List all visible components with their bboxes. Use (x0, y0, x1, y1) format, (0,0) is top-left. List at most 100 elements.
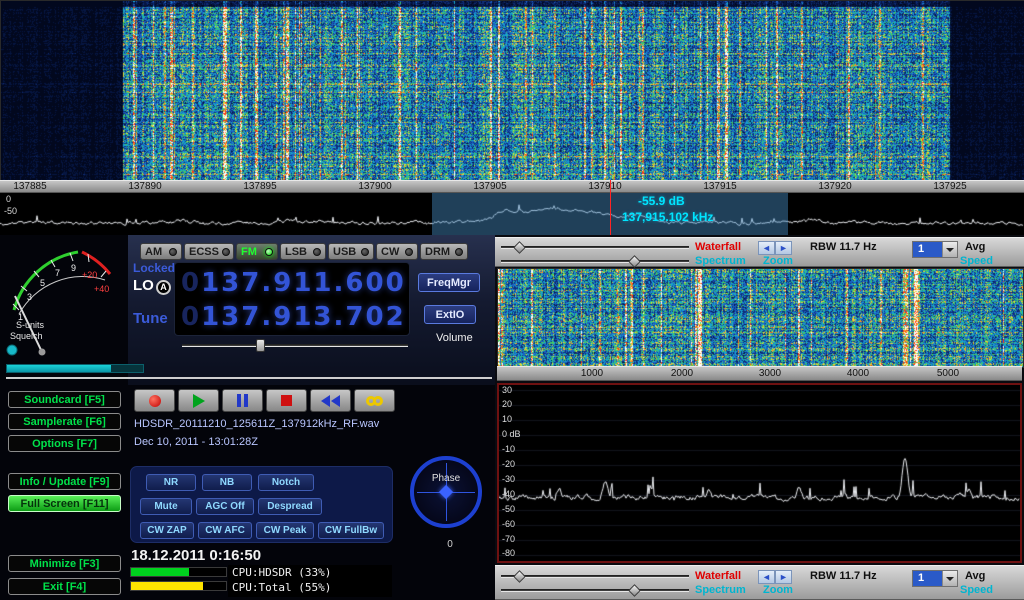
pause-button[interactable] (222, 389, 263, 412)
datetime-display: 18.12.2011 0:16:50 (131, 547, 261, 564)
phase-indicator: Phase 0 (408, 456, 492, 550)
options-button[interactable]: Options [F7] (8, 435, 121, 452)
waterfall-label: Waterfall (695, 570, 741, 582)
phase-value: 0 (408, 539, 492, 550)
cw-fullbw-button[interactable]: CW FullBw (318, 522, 384, 539)
mode-button-lsb[interactable]: LSB (280, 243, 326, 260)
mode-button-usb[interactable]: USB (328, 243, 374, 260)
agc-off-button[interactable]: AGC Off (196, 498, 254, 515)
waterfall-contrast-thumb[interactable] (513, 570, 526, 583)
info-update-button[interactable]: Info / Update [F9] (8, 473, 121, 490)
lo-lock-button[interactable]: A (156, 280, 171, 295)
rbw-label: RBW 11.7 Hz (810, 570, 877, 582)
svg-text:+20: +20 (82, 270, 97, 280)
waterfall-contrast-thumb[interactable] (513, 241, 526, 254)
main-slider-track[interactable] (6, 377, 492, 379)
ruler-tick: 4000 (847, 368, 869, 379)
squelch-knob (7, 345, 17, 355)
af-spectrum-display[interactable]: 30 20 10 0 dB -10 -20 -30 -40 -50 -60 -7… (497, 383, 1022, 563)
spectrum-gain-slider[interactable] (501, 589, 689, 592)
mode-led (361, 248, 369, 256)
mode-button-fm[interactable]: FM (236, 243, 278, 260)
signal-level-readout: -55.9 dB (638, 194, 685, 208)
db-axis-label: -50 (4, 206, 17, 216)
despread-button[interactable]: Despread (258, 498, 322, 515)
exit-button[interactable]: Exit [F4] (8, 578, 121, 595)
db-axis-label: 0 (6, 194, 11, 204)
ruler-tick: 137920 (818, 181, 851, 192)
phase-label: Phase (414, 473, 478, 484)
ruler-tick: 137885 (13, 181, 46, 192)
main-waterfall-display[interactable] (0, 0, 1024, 182)
tune-frequency-display[interactable]: 0137.913.702 (181, 302, 406, 332)
cpu-readout: CPU:HDSDR (33%) CPU:Total (55%) (228, 565, 392, 597)
avg-dropdown[interactable]: 1 (912, 241, 958, 258)
cpu-total-bar (130, 581, 227, 591)
spectrum-gain-thumb[interactable] (628, 255, 641, 268)
spectrum-gain-slider[interactable] (501, 260, 689, 263)
volume-slider-thumb[interactable] (256, 339, 265, 352)
speed-label: Speed (960, 584, 993, 596)
play-icon (193, 394, 205, 408)
mode-led (405, 248, 413, 256)
db-scale-label: 10 (502, 414, 512, 424)
mode-button-ecss[interactable]: ECSS (184, 243, 234, 260)
cw-peak-button[interactable]: CW Peak (256, 522, 314, 539)
shift-right-button[interactable]: ► (775, 570, 792, 584)
soundcard-button[interactable]: Soundcard [F5] (8, 391, 121, 408)
minimize-button[interactable]: Minimize [F3] (8, 555, 121, 572)
af-frequency-ruler[interactable]: 1000 2000 3000 4000 5000 (497, 366, 1022, 381)
lo-frequency-display[interactable]: 0137.911.600 (181, 268, 406, 298)
play-button[interactable] (178, 389, 219, 412)
waterfall-contrast-slider[interactable] (501, 246, 689, 249)
mode-button-am[interactable]: AM (140, 243, 182, 260)
shift-left-button[interactable]: ◄ (758, 570, 775, 584)
nr-button[interactable]: NR (146, 474, 196, 491)
nb-button[interactable]: NB (202, 474, 252, 491)
fullscreen-button[interactable]: Full Screen [F11] (8, 495, 121, 512)
ruler-tick: 137900 (358, 181, 391, 192)
shift-right-button[interactable]: ► (775, 241, 792, 255)
extio-button[interactable]: ExtIO (424, 305, 476, 324)
waterfall-label: Waterfall (695, 241, 741, 253)
svg-text:+40: +40 (94, 284, 109, 294)
avg-dropdown[interactable]: 1 (912, 570, 958, 587)
dropdown-arrow-icon[interactable] (942, 571, 957, 586)
mode-button-cw[interactable]: CW (376, 243, 418, 260)
recording-timestamp: Dec 10, 2011 - 13:01:28Z (134, 436, 258, 448)
spectrum-gain-thumb[interactable] (628, 584, 641, 597)
mute-button[interactable]: Mute (140, 498, 192, 515)
loop-icon (366, 396, 383, 406)
samplerate-button[interactable]: Samplerate [F6] (8, 413, 121, 430)
waterfall-contrast-slider[interactable] (501, 575, 689, 578)
ruler-tick: 137925 (933, 181, 966, 192)
mode-led (313, 248, 321, 256)
cw-zap-button[interactable]: CW ZAP (140, 522, 194, 539)
loop-button[interactable] (354, 389, 395, 412)
freqmgr-button[interactable]: FreqMgr (418, 273, 480, 292)
speed-label: Speed (960, 255, 993, 267)
cpu-total-text: CPU:Total (55%) (232, 581, 331, 594)
mode-button-drm[interactable]: DRM (420, 243, 468, 260)
mode-led (455, 248, 463, 256)
zoom-shift-control: ◄ ► (758, 241, 792, 255)
cpu-hdsdr-text: CPU:HDSDR (33%) (232, 566, 331, 579)
rewind-button[interactable] (310, 389, 351, 412)
af-waterfall-display[interactable] (497, 268, 1024, 368)
notch-button[interactable]: Notch (258, 474, 314, 491)
db-scale-label: -10 (502, 444, 515, 454)
recording-filename: HDSDR_20111210_125611Z_137912kHz_RF.wav (134, 418, 379, 430)
avg-label: Avg (965, 241, 985, 253)
dropdown-arrow-icon[interactable] (942, 242, 957, 257)
spectrum-label: Spectrum (695, 255, 746, 267)
db-scale-label: -40 (502, 489, 515, 499)
main-frequency-ruler[interactable]: 137885 137890 137895 137900 137905 13791… (0, 180, 1024, 193)
rbw-label: RBW 11.7 Hz (810, 241, 877, 253)
stop-button[interactable] (266, 389, 307, 412)
locked-label: Locked (133, 261, 175, 275)
volume-slider-track[interactable] (182, 344, 408, 347)
record-button[interactable] (134, 389, 175, 412)
main-spectrum-display[interactable]: 0 -50 -55.9 dB 137,915.102 kHz (0, 193, 1024, 235)
shift-left-button[interactable]: ◄ (758, 241, 775, 255)
cw-afc-button[interactable]: CW AFC (198, 522, 252, 539)
